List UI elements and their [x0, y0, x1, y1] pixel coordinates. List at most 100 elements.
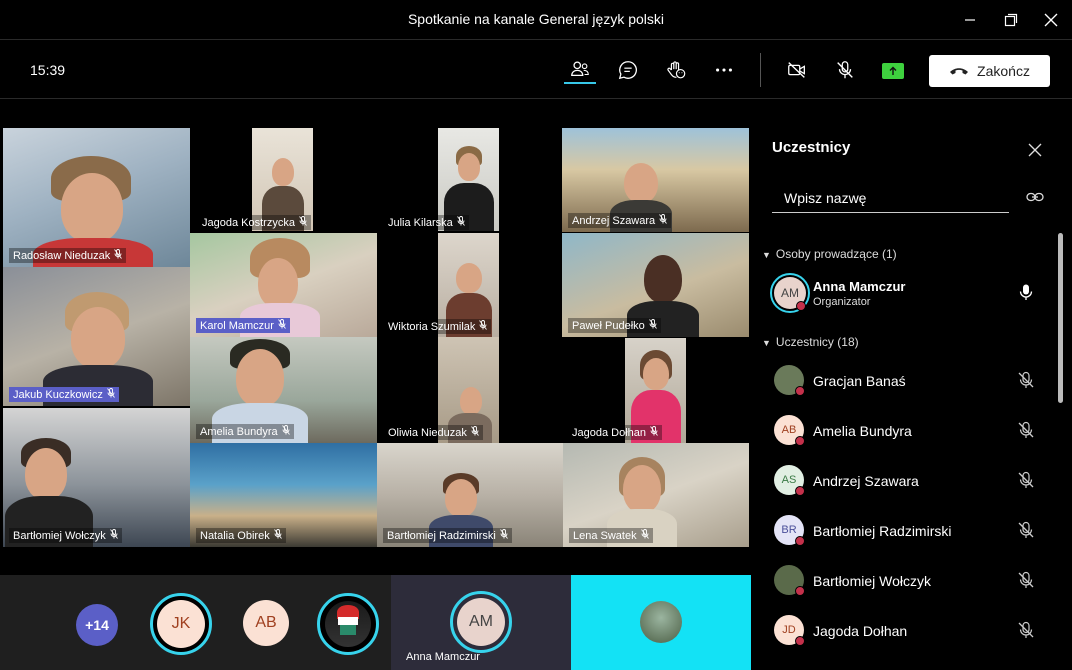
- avatar: AM: [450, 591, 512, 653]
- avatar-initials: AM: [457, 598, 505, 646]
- muted-mic-icon: [479, 320, 488, 333]
- participant-row[interactable]: AS Andrzej Szawara: [772, 458, 1052, 502]
- video-tile[interactable]: Bartłomiej Radzimirski: [377, 443, 563, 547]
- muted-mic-icon: [278, 319, 286, 332]
- participant-name: Paweł Pudełko: [568, 318, 661, 333]
- spotlight-tile[interactable]: [571, 575, 751, 670]
- panel-scrollbar[interactable]: [1058, 233, 1063, 403]
- close-panel-icon[interactable]: [1028, 143, 1042, 157]
- participant-name: Lena Swatek: [569, 528, 653, 543]
- muted-mic-icon: [648, 319, 657, 332]
- presenters-section-header[interactable]: ▼ Osoby prowadzące (1): [762, 247, 897, 261]
- participant-row[interactable]: BR Bartłomiej Radzimirski: [772, 508, 1052, 552]
- share-screen-button[interactable]: [882, 63, 904, 79]
- camera-off-icon[interactable]: [781, 56, 813, 84]
- meeting-clock: 15:39: [30, 62, 66, 78]
- participant-row[interactable]: AB Amelia Bundyra: [772, 408, 1052, 452]
- mic-off-icon: [1017, 371, 1035, 389]
- mic-on-icon: [1017, 283, 1035, 306]
- share-arrow-icon: [889, 66, 897, 75]
- participant-name: Anna Mamczur: [813, 279, 906, 294]
- muted-mic-icon: [107, 388, 115, 401]
- video-tile: Jagoda Kostrzycka: [190, 211, 315, 233]
- video-tile: Wiktoria Szumilak: [380, 315, 505, 337]
- reactions-icon[interactable]: [660, 56, 692, 84]
- participants-icon[interactable]: [564, 56, 596, 84]
- video-tile[interactable]: Natalia Obirek: [190, 443, 377, 547]
- presence-dot: [795, 536, 805, 546]
- participant-name: Jagoda Dołhan: [568, 425, 663, 440]
- video-tile[interactable]: Karol Mamczur: [190, 233, 377, 337]
- muted-mic-icon: [114, 249, 123, 262]
- muted-mic-icon: [299, 216, 307, 229]
- mic-off-icon: [1017, 571, 1035, 589]
- participant-name: Jagoda Kostrzycka: [198, 215, 311, 230]
- participant-name: Jakub Kuczkowicz: [9, 387, 119, 402]
- pinned-participant-name: Anna Mamczur: [406, 651, 480, 663]
- participant-row-organizer[interactable]: AM Anna Mamczur Organizator: [770, 270, 1052, 314]
- participant-row[interactable]: JD Jagoda Dołhan: [772, 608, 1052, 652]
- participant-name: Wiktoria Szumilak: [384, 319, 492, 334]
- presence-dot: [795, 386, 805, 396]
- video-tile[interactable]: Andrzej Szawara: [562, 128, 749, 232]
- avatar[interactable]: AB: [243, 600, 289, 646]
- avatar-photo: [640, 601, 682, 643]
- participants-panel: Uczestnicy Wpisz nazwę ▼ Osoby prowadzące…: [752, 100, 1072, 670]
- attendees-section-header[interactable]: ▼ Uczestnicy (18): [762, 335, 859, 349]
- muted-mic-icon: [640, 529, 649, 542]
- mic-off-icon[interactable]: [829, 56, 861, 84]
- participant-name: Andrzej Szawara: [813, 473, 919, 489]
- presence-dot: [795, 586, 805, 596]
- pinned-participant-tile[interactable]: AM Anna Mamczur: [391, 575, 571, 670]
- more-participants-badge[interactable]: +14: [76, 604, 118, 646]
- hangup-button[interactable]: Zakończ: [929, 55, 1050, 87]
- participant-name: Julia Kilarska: [384, 215, 469, 230]
- presence-dot: [796, 301, 806, 311]
- close-window-icon[interactable]: [1039, 8, 1063, 32]
- participant-name: Karol Mamczur: [196, 318, 290, 333]
- participant-name: Oliwia Nieduzak: [384, 425, 483, 440]
- panel-title: Uczestnicy: [772, 139, 851, 156]
- video-tile: Oliwia Nieduzak: [380, 421, 505, 443]
- avatar[interactable]: [317, 593, 379, 655]
- more-options-icon[interactable]: [708, 56, 740, 84]
- video-tile[interactable]: Amelia Bundyra: [190, 337, 377, 443]
- participant-name: Andrzej Szawara: [568, 213, 672, 228]
- muted-mic-icon: [273, 529, 282, 542]
- video-tile: Jagoda Dołhan: [562, 421, 687, 443]
- copy-link-icon[interactable]: [1026, 190, 1044, 204]
- participant-row[interactable]: Gracjan Banaś: [772, 358, 1052, 402]
- video-tile[interactable]: Radosław Nieduzak: [3, 128, 190, 267]
- video-tile[interactable]: Lena Swatek: [563, 443, 749, 547]
- avatar-initials: JK: [157, 600, 205, 648]
- participant-name: Amelia Bundyra: [196, 424, 294, 439]
- chevron-down-icon: ▼: [762, 250, 771, 260]
- video-tile[interactable]: Jakub Kuczkowicz: [3, 267, 190, 406]
- mic-off-icon: [1017, 471, 1035, 489]
- muted-mic-icon: [281, 425, 290, 438]
- muted-mic-icon: [499, 529, 508, 542]
- participant-name: Amelia Bundyra: [813, 423, 912, 439]
- chat-icon[interactable]: [612, 56, 644, 84]
- participant-role: Organizator: [813, 296, 871, 308]
- presence-dot: [795, 436, 805, 446]
- maximize-icon[interactable]: [999, 8, 1023, 32]
- video-tile: Julia Kilarska: [380, 211, 505, 233]
- participant-name: Bartłomiej Wołczyk: [813, 573, 931, 589]
- presence-dot: [795, 636, 805, 646]
- mic-off-icon: [1017, 621, 1035, 639]
- toolbar-divider: [760, 53, 761, 87]
- video-tile[interactable]: Bartłomiej Wołczyk: [3, 408, 190, 547]
- minimize-icon[interactable]: [958, 8, 982, 32]
- presence-dot: [795, 486, 805, 496]
- participant-row[interactable]: Bartłomiej Wołczyk: [772, 558, 1052, 602]
- muted-mic-icon: [456, 216, 465, 229]
- participant-name: Bartłomiej Radzimirski: [383, 528, 512, 543]
- video-tile[interactable]: Paweł Pudełko: [562, 233, 749, 337]
- participant-search-input[interactable]: Wpisz nazwę: [772, 181, 1009, 213]
- participant-name: Jagoda Dołhan: [813, 623, 908, 639]
- avatar[interactable]: JK: [150, 593, 212, 655]
- mic-off-icon: [1017, 521, 1035, 539]
- mic-off-icon: [1017, 421, 1035, 439]
- hangup-label: Zakończ: [977, 63, 1030, 79]
